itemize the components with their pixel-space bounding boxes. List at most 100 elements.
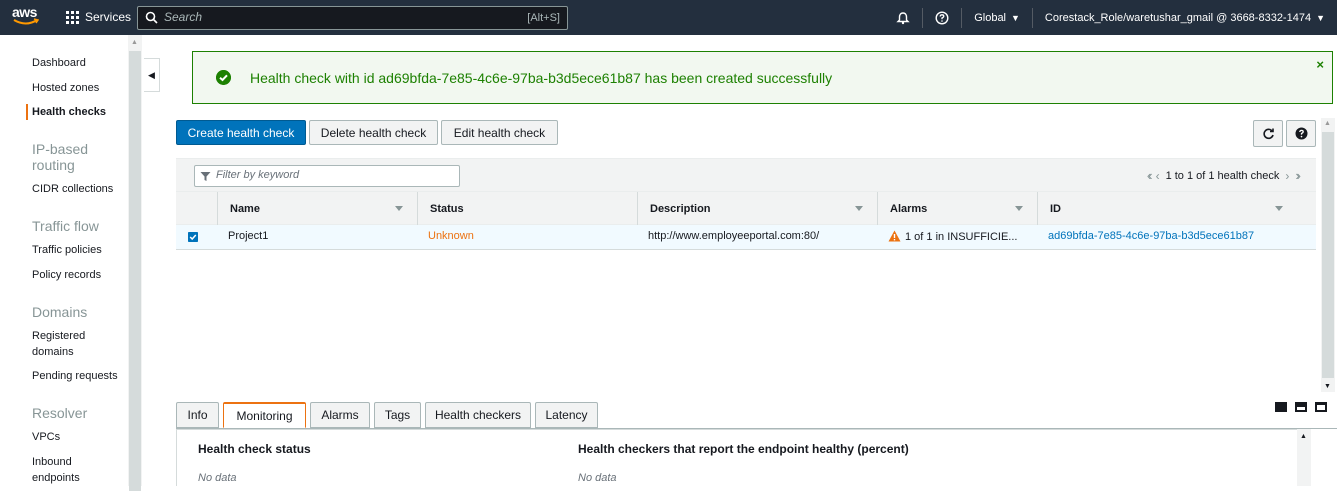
details-scrollbar[interactable]: ▲ <box>1297 429 1311 486</box>
health-check-status-heading: Health check status <box>198 442 311 456</box>
sidebar-scrollbar[interactable]: ▲ <box>128 35 142 491</box>
sidebar-active-indicator <box>26 104 28 120</box>
tab-monitoring[interactable]: Monitoring <box>223 402 306 428</box>
banner-message: Health check with id ad69bfda-7e85-4c6e-… <box>250 70 833 86</box>
sidebar-item-inbound-endpoints-line1[interactable]: Inbound <box>32 454 72 470</box>
account-menu[interactable]: Corestack_Role/waretushar_gmail @ 3668-8… <box>1033 12 1337 24</box>
tab-tags[interactable]: Tags <box>374 402 421 428</box>
sidebar-item-registered-domains-line2[interactable]: domains <box>32 344 74 360</box>
sidebar-item-pending-requests[interactable]: Pending requests <box>32 368 118 384</box>
filter-input[interactable] <box>216 169 451 181</box>
filter-field[interactable] <box>194 165 460 187</box>
column-header-status[interactable]: Status <box>417 192 637 225</box>
column-header-description[interactable]: Description <box>637 192 877 225</box>
minimize-panel-icon[interactable] <box>1275 402 1287 412</box>
column-label-alarms: Alarms <box>890 202 928 215</box>
sidebar-heading-ip-routing-line2: routing <box>32 157 75 173</box>
panel-layout-controls <box>1275 402 1327 412</box>
sidebar-heading-ip-routing-line1: IP-based <box>32 141 89 157</box>
nav-right: Global ▼ Corestack_Role/waretushar_gmail… <box>884 0 1337 35</box>
caret-down-icon: ▼ <box>1316 12 1325 23</box>
caret-left-icon: ◀ <box>148 69 155 80</box>
filter-icon <box>200 172 211 181</box>
tab-health-checkers[interactable]: Health checkers <box>425 402 531 428</box>
warning-icon <box>888 230 901 242</box>
refresh-icon <box>1262 128 1274 140</box>
sidebar-scroll-thumb[interactable] <box>129 51 141 491</box>
help-panel-button[interactable] <box>1286 120 1316 147</box>
monitoring-content: Health check status No data Health check… <box>176 429 1298 486</box>
close-icon[interactable]: × <box>1316 57 1324 72</box>
sidebar-item-hosted-zones[interactable]: Hosted zones <box>32 80 99 96</box>
cell-alarms[interactable]: 1 of 1 in INSUFFICIE... <box>888 230 1017 243</box>
global-search[interactable]: [Alt+S] <box>137 6 568 30</box>
region-selector[interactable]: Global ▼ <box>962 12 1032 24</box>
success-check-icon <box>216 70 231 85</box>
services-grid-icon <box>66 10 79 24</box>
next-page-icon[interactable]: › <box>1285 169 1289 183</box>
pagination-text: 1 to 1 of 1 health check <box>1165 169 1280 182</box>
row-checkbox[interactable] <box>188 232 198 242</box>
help-icon <box>1295 127 1307 140</box>
split-panel-icon[interactable] <box>1295 402 1307 412</box>
refresh-button[interactable] <box>1253 120 1283 147</box>
sort-caret-icon <box>1015 206 1023 211</box>
table-filter-bar: ‹‹ ‹ 1 to 1 of 1 health check › ›› <box>176 158 1316 191</box>
account-label: Corestack_Role/waretushar_gmail @ 3668-8… <box>1044 11 1312 24</box>
sidebar-item-registered-domains-line1[interactable]: Registered <box>32 328 85 344</box>
tab-alarms[interactable]: Alarms <box>310 402 370 428</box>
help-icon <box>935 10 949 25</box>
tab-info[interactable]: Info <box>176 402 219 428</box>
scroll-up-icon[interactable]: ▲ <box>1324 120 1331 127</box>
column-header-alarms[interactable]: Alarms <box>877 192 1037 225</box>
prev-page-icon[interactable]: ‹ <box>1156 169 1160 183</box>
edit-health-check-button[interactable]: Edit health check <box>441 120 558 145</box>
healthy-checkers-heading: Health checkers that report the endpoint… <box>578 442 909 456</box>
top-nav: aws Services [Alt+S] <box>0 0 1337 35</box>
search-icon <box>145 11 158 24</box>
sort-caret-icon <box>1275 206 1283 211</box>
sidebar-item-dashboard[interactable]: Dashboard <box>32 55 86 71</box>
sidebar-item-vpcs[interactable]: VPCs <box>32 429 60 445</box>
maximize-panel-icon[interactable] <box>1315 402 1327 412</box>
tab-latency[interactable]: Latency <box>535 402 598 428</box>
cell-description: http://www.employeeportal.com:80/ <box>648 230 820 242</box>
bell-icon <box>896 11 910 24</box>
sidebar-heading-resolver: Resolver <box>32 405 88 421</box>
cell-alarms-text: 1 of 1 in INSUFFICIE... <box>905 231 1018 243</box>
region-label: Global <box>974 11 1006 24</box>
sidebar-item-traffic-policies[interactable]: Traffic policies <box>32 242 102 258</box>
notifications-button[interactable] <box>884 11 922 25</box>
table-row[interactable]: Project1 Unknown http://www.employeeport… <box>176 225 1316 250</box>
help-button[interactable] <box>923 10 961 25</box>
sidebar-item-policy-records[interactable]: Policy records <box>32 267 101 283</box>
services-label: Services <box>85 10 132 24</box>
table-panel-scrollbar[interactable]: ▲ ▼ <box>1321 118 1335 392</box>
search-input[interactable] <box>164 10 504 24</box>
last-page-icon[interactable]: ›› <box>1295 168 1300 183</box>
caret-down-icon: ▼ <box>1011 12 1020 23</box>
sort-caret-icon <box>855 206 863 211</box>
collapse-sidebar-button[interactable]: ◀ <box>144 58 160 92</box>
column-header-id[interactable]: ID <box>1037 192 1297 225</box>
delete-health-check-button[interactable]: Delete health check <box>309 120 438 145</box>
sidebar-item-inbound-endpoints-line2[interactable]: endpoints <box>32 470 80 486</box>
scroll-down-icon[interactable]: ▼ <box>1324 383 1331 390</box>
services-menu[interactable]: Services <box>66 10 131 24</box>
aws-logo[interactable]: aws <box>12 4 46 30</box>
healthy-checkers-value: No data <box>578 472 617 484</box>
sidebar-item-cidr-collections[interactable]: CIDR collections <box>32 181 113 197</box>
create-health-check-button[interactable]: Create health check <box>176 120 306 145</box>
scroll-up-icon[interactable]: ▲ <box>1300 433 1307 440</box>
cell-status: Unknown <box>428 230 474 242</box>
column-header-name[interactable]: Name <box>217 192 417 225</box>
cell-id-link[interactable]: ad69bfda-7e85-4c6e-97ba-b3d5ece61b87 <box>1048 230 1254 242</box>
pagination: ‹‹ ‹ 1 to 1 of 1 health check › ›› <box>1147 168 1301 183</box>
column-label-description: Description <box>650 202 711 215</box>
search-shortcut-hint: [Alt+S] <box>527 12 560 24</box>
sidebar-item-health-checks[interactable]: Health checks <box>32 104 106 120</box>
scroll-up-icon[interactable]: ▲ <box>131 39 138 46</box>
table-scroll-thumb[interactable] <box>1322 132 1334 378</box>
health-check-status-value: No data <box>198 472 237 484</box>
first-page-icon[interactable]: ‹‹ <box>1147 168 1152 183</box>
